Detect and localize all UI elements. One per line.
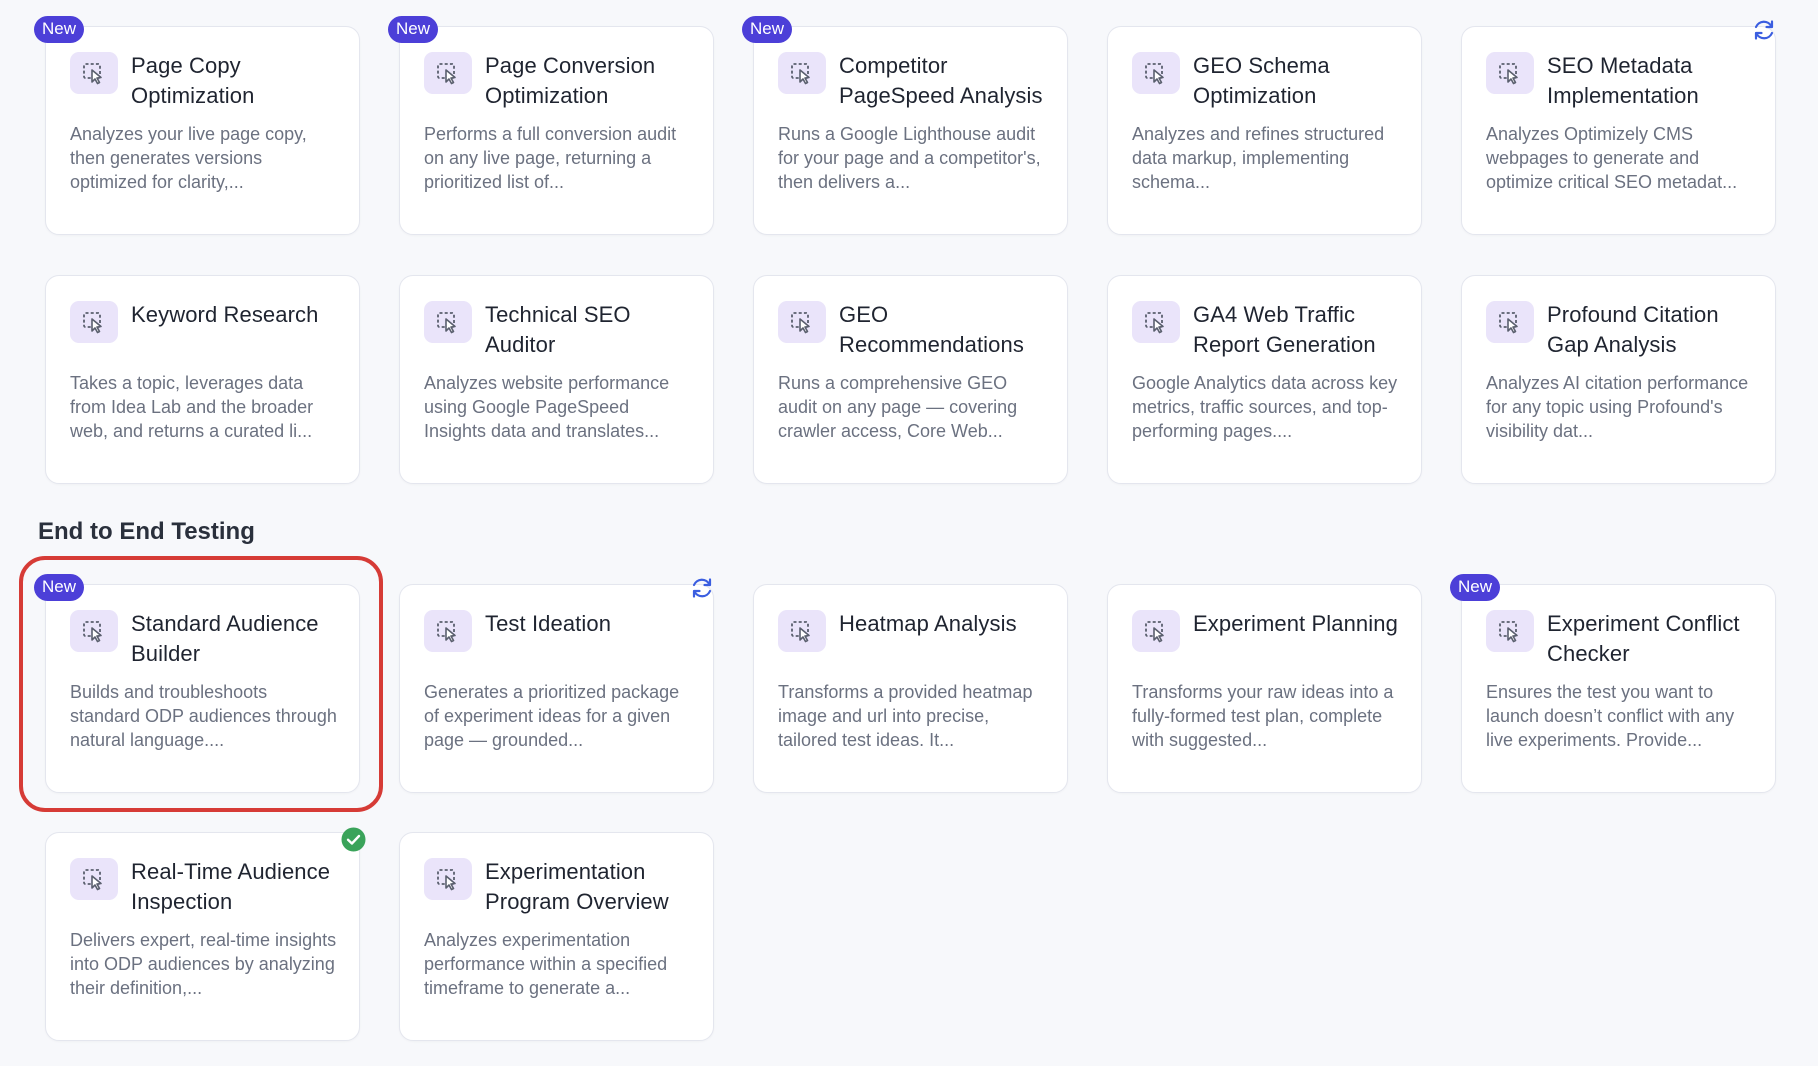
agent-card-experiment-planning[interactable]: Experiment Planning Transforms your raw i… xyxy=(1107,584,1422,793)
card-description: Analyzes your live page copy, then gener… xyxy=(70,124,307,192)
agent-icon xyxy=(424,610,472,652)
card-description: Analyzes and refines structured data mar… xyxy=(1132,124,1385,192)
card-description: Analyzes Optimizely CMS webpages to gene… xyxy=(1486,124,1738,192)
agent-card-profound-citation-gap-analysis[interactable]: Profound Citation Gap Analysis Analyzes A… xyxy=(1461,275,1776,484)
new-badge: New xyxy=(34,574,85,601)
card-description: Performs a full conversion audit on any … xyxy=(424,124,677,192)
card-title: GEO Schema Optimization xyxy=(1193,53,1330,108)
page: End to End Testing Page Copy Optimizatio… xyxy=(0,0,1818,1066)
card-title: Experimentation Program Overview xyxy=(485,859,669,914)
agent-card-page-conversion-optimization[interactable]: Page Conversion Optimization Performs a f… xyxy=(388,16,714,235)
card-description: Ensures the test you want to launch does… xyxy=(1486,682,1735,750)
agent-card-heatmap-analysis[interactable]: Heatmap Analysis Transforms a provided he… xyxy=(753,584,1068,793)
card-title: Keyword Research xyxy=(131,302,319,327)
card-description: Builds and troubleshoots standard ODP au… xyxy=(70,682,337,750)
card-title: Experiment Conflict Checker xyxy=(1547,611,1740,666)
card-title: Heatmap Analysis xyxy=(839,611,1017,636)
card-description: Google Analytics data across key metrics… xyxy=(1132,373,1398,441)
agent-icon xyxy=(424,52,472,94)
agent-icon xyxy=(778,52,826,94)
refresh-icon[interactable] xyxy=(689,575,715,601)
agent-card-test-ideation[interactable]: Test Ideation Generates a prioritized pac… xyxy=(399,578,714,793)
agent-icon xyxy=(1486,52,1534,94)
card-description: Analyzes AI citation performance for any… xyxy=(1486,373,1749,441)
card-title: Test Ideation xyxy=(485,611,612,636)
agent-icon xyxy=(70,858,118,900)
card-title: Competitor PageSpeed Analysis xyxy=(839,53,1043,108)
card-title: Profound Citation Gap Analysis xyxy=(1547,302,1719,357)
agent-icon xyxy=(1132,301,1180,343)
card-description: Delivers expert, real-time insights into… xyxy=(70,930,337,998)
agent-card-standard-audience-builder[interactable]: Standard Audience Builder Builds and trou… xyxy=(34,574,360,793)
card-description: Runs a comprehensive GEO audit on any pa… xyxy=(778,373,1018,441)
card-title: GEO Recommendations xyxy=(839,302,1024,357)
new-badge: New xyxy=(742,16,793,43)
card-description: Transforms your raw ideas into a fully-f… xyxy=(1132,682,1394,750)
new-badge: New xyxy=(1450,574,1501,601)
section-title-end-to-end-testing: End to End Testing xyxy=(38,518,255,545)
agent-card-real-time-audience-inspection[interactable]: Real-Time Audience Inspection Delivers ex… xyxy=(45,827,366,1041)
card-title: Page Conversion Optimization xyxy=(485,53,656,108)
agent-card-experiment-conflict-checker[interactable]: Experiment Conflict Checker Ensures the t… xyxy=(1450,574,1776,793)
card-title: Technical SEO Auditor xyxy=(485,302,631,357)
card-title: SEO Metadata Implementation xyxy=(1547,53,1699,108)
refresh-icon[interactable] xyxy=(1751,17,1777,43)
agent-card-seo-metadata-implementation[interactable]: SEO Metadata Implementation Analyzes Opti… xyxy=(1461,20,1776,235)
agent-icon xyxy=(778,610,826,652)
card-description: Generates a prioritized package of exper… xyxy=(424,682,680,750)
card-title: Standard Audience Builder xyxy=(131,611,319,666)
new-badge: New xyxy=(388,16,439,43)
agent-card-geo-schema-optimization[interactable]: GEO Schema Optimization Analyzes and refi… xyxy=(1107,26,1422,235)
agent-icon xyxy=(70,610,118,652)
new-badge: New xyxy=(34,16,85,43)
agent-card-keyword-research[interactable]: Keyword Research Takes a topic, leverages… xyxy=(45,275,360,484)
card-title: Real-Time Audience Inspection xyxy=(131,859,331,914)
check-circle-icon xyxy=(341,827,366,852)
card-description: Takes a topic, leverages data from Idea … xyxy=(70,373,314,441)
agent-icon xyxy=(70,52,118,94)
agent-icon xyxy=(424,301,472,343)
agent-card-technical-seo-auditor[interactable]: Technical SEO Auditor Analyzes website pe… xyxy=(399,275,714,484)
card-description: Runs a Google Lighthouse audit for your … xyxy=(778,124,1041,192)
card-description: Analyzes website performance using Googl… xyxy=(424,373,670,441)
agent-icon xyxy=(778,301,826,343)
agent-card-competitor-pagespeed-analysis[interactable]: Competitor PageSpeed Analysis Runs a Goog… xyxy=(742,16,1068,235)
card-description: Transforms a provided heatmap image and … xyxy=(778,682,1033,750)
agent-card-geo-recommendations[interactable]: GEO Recommendations Runs a comprehensive … xyxy=(753,275,1068,484)
card-description: Analyzes experimentation performance wit… xyxy=(424,930,668,998)
agent-icon xyxy=(70,301,118,343)
agent-icon xyxy=(1486,610,1534,652)
agent-icon xyxy=(1132,52,1180,94)
card-title: Page Copy Optimization xyxy=(131,53,255,108)
agent-icon xyxy=(1132,610,1180,652)
card-title: GA4 Web Traffic Report Generation xyxy=(1193,302,1376,357)
agent-icon xyxy=(1486,301,1534,343)
card-title: Experiment Planning xyxy=(1193,611,1398,636)
agent-card-page-copy-optimization[interactable]: Page Copy Optimization Analyzes your live… xyxy=(34,16,360,235)
agent-card-experimentation-program-overview[interactable]: Experimentation Program Overview Analyzes… xyxy=(399,832,714,1041)
agent-icon xyxy=(424,858,472,900)
agent-card-ga4-web-traffic-report-generation[interactable]: GA4 Web Traffic Report Generation Google … xyxy=(1107,275,1422,484)
